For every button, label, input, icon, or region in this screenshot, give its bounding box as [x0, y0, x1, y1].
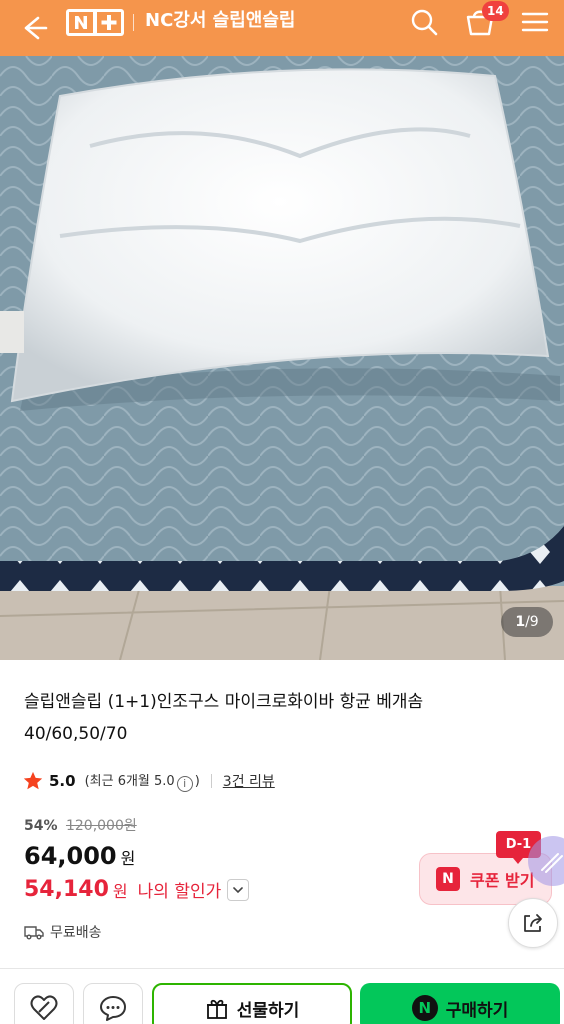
my-price-row: 54,140 원 나의 할인가 — [24, 877, 250, 902]
rating-separator — [210, 774, 212, 788]
search-icon — [411, 9, 438, 36]
sale-price: 64,000 — [24, 842, 117, 870]
naver-n-icon: N — [436, 867, 460, 891]
gift-button[interactable]: 선물하기 — [152, 983, 352, 1024]
heart-icon — [30, 995, 58, 1020]
chevron-down-icon — [233, 886, 244, 893]
product-title: 슬립앤슬립 (1+1)인조구스 마이크로화이바 항균 베개솜 40/60,50/… — [24, 692, 424, 744]
gallery-total: /9 — [525, 614, 539, 630]
price-row: 64,000 원 — [24, 842, 135, 870]
floating-edge-button[interactable] — [528, 836, 564, 886]
star-icon — [23, 771, 43, 790]
gift-label: 선물하기 — [236, 1000, 300, 1021]
back-button[interactable] — [18, 12, 50, 44]
menu-icon — [521, 12, 549, 32]
shipping-text: 무료배송 — [50, 925, 102, 941]
gallery-current: 1 — [515, 614, 526, 630]
top-app-bar: NC강서 슬립앤슬립 14 — [0, 0, 564, 56]
info-icon[interactable]: i — [176, 776, 193, 792]
my-discount-price: 54,140 — [24, 877, 109, 902]
my-price-label: 나의 할인가 — [137, 882, 222, 902]
shipping-row: 무료배송 — [24, 922, 102, 942]
truck-icon — [24, 926, 44, 940]
product-image-gallery[interactable] — [0, 56, 564, 660]
my-price-expand-button[interactable] — [227, 878, 250, 901]
rating-note-prefix: (최근 6개월 5.0 — [84, 774, 175, 789]
menu-button[interactable] — [519, 6, 551, 38]
buy-button[interactable]: N 구매하기 — [360, 983, 560, 1024]
rating-score: 5.0 — [49, 772, 76, 790]
search-button[interactable] — [408, 6, 440, 38]
discount-row: 54% 120,000원 — [24, 815, 137, 835]
review-count-link[interactable]: 3건 리뷰 — [223, 771, 275, 791]
share-button[interactable] — [508, 898, 558, 948]
naver-plus-logo[interactable] — [66, 9, 124, 36]
header-divider — [133, 14, 134, 31]
share-icon — [524, 914, 542, 932]
back-arrow-icon — [24, 16, 48, 40]
original-price: 120,000원 — [65, 818, 137, 834]
talk-button[interactable] — [83, 983, 143, 1024]
cart-count-badge: 14 — [482, 1, 509, 21]
product-photo — [0, 56, 564, 660]
discount-rate: 54% — [24, 818, 58, 834]
wishlist-button[interactable] — [14, 983, 74, 1024]
bottom-bar-divider — [0, 968, 564, 969]
sale-price-unit: 원 — [120, 849, 136, 868]
rating-recent-note: (최근 6개월 5.0 i) — [85, 770, 200, 792]
gift-icon — [206, 999, 227, 1019]
chat-bubble-icon — [100, 996, 126, 1021]
rating-note-suffix: ) — [194, 774, 200, 789]
buy-label: 구매하기 — [445, 1000, 509, 1021]
pen-icon — [541, 853, 563, 873]
my-price-unit: 원 — [112, 881, 128, 901]
naver-pay-n-icon: N — [411, 995, 438, 1021]
store-title[interactable]: NC강서 슬립앤슬립 — [145, 6, 295, 36]
gallery-counter: 1/9 — [501, 607, 553, 637]
rating-row: 5.0 (최근 6개월 5.0 i) 3건 리뷰 — [22, 768, 275, 794]
coupon-label: 쿠폰 받기 — [470, 871, 535, 890]
n-plus-logo-icon — [69, 12, 121, 33]
